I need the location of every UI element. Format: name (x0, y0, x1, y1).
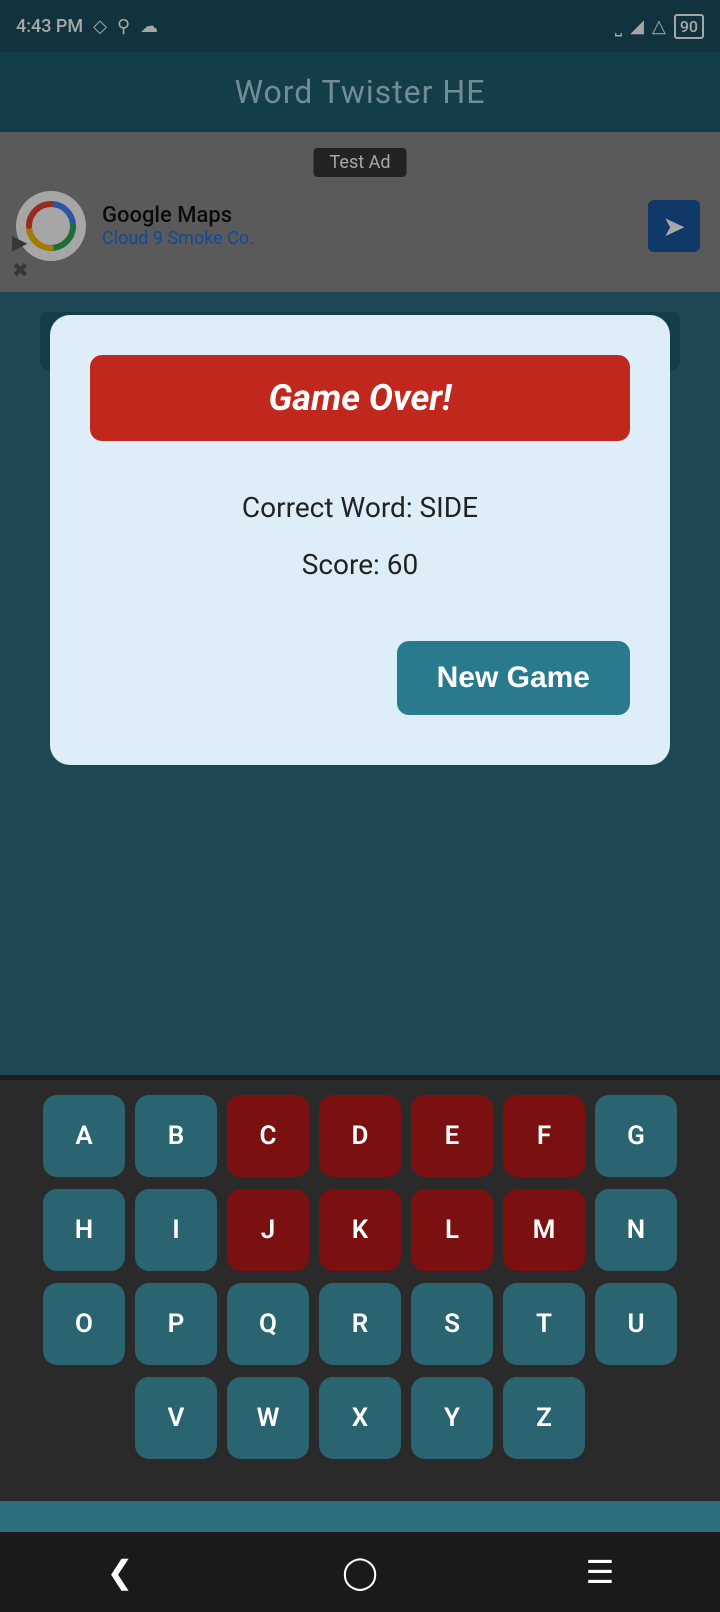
key-Z[interactable]: Z (503, 1377, 585, 1459)
key-U[interactable]: U (595, 1283, 677, 1365)
game-over-banner: Game Over! (90, 355, 630, 441)
key-W[interactable]: W (227, 1377, 309, 1459)
back-button[interactable]: ❮ (90, 1542, 150, 1602)
key-H[interactable]: H (43, 1189, 125, 1271)
key-V[interactable]: V (135, 1377, 217, 1459)
key-F[interactable]: F (503, 1095, 585, 1177)
key-G[interactable]: G (595, 1095, 677, 1177)
keyboard-row-3: O P Q R S T U (10, 1283, 710, 1365)
modal-score-display: Score: 60 (302, 548, 419, 581)
keyboard-row-2: H I J K L M N (10, 1189, 710, 1271)
correct-word-display: Correct Word: SIDE (242, 491, 478, 524)
keyboard-area: A B C D E F G H I J K L M N O P Q R S T … (0, 1075, 720, 1501)
key-I[interactable]: I (135, 1189, 217, 1271)
key-N[interactable]: N (595, 1189, 677, 1271)
key-M[interactable]: M (503, 1189, 585, 1271)
key-O[interactable]: O (43, 1283, 125, 1365)
key-D[interactable]: D (319, 1095, 401, 1177)
key-J[interactable]: J (227, 1189, 309, 1271)
new-game-button[interactable]: New Game (397, 641, 630, 715)
keyboard-row-4: V W X Y Z (10, 1377, 710, 1459)
key-S[interactable]: S (411, 1283, 493, 1365)
key-B[interactable]: B (135, 1095, 217, 1177)
key-X[interactable]: X (319, 1377, 401, 1459)
modal-overlay: Game Over! Correct Word: SIDE Score: 60 … (0, 0, 720, 1080)
home-button[interactable]: ◯ (330, 1542, 390, 1602)
nav-bar: ❮ ◯ ☰ (0, 1532, 720, 1612)
key-K[interactable]: K (319, 1189, 401, 1271)
keyboard-row-1: A B C D E F G (10, 1095, 710, 1177)
key-A[interactable]: A (43, 1095, 125, 1177)
key-T[interactable]: T (503, 1283, 585, 1365)
key-E[interactable]: E (411, 1095, 493, 1177)
key-Q[interactable]: Q (227, 1283, 309, 1365)
menu-button[interactable]: ☰ (570, 1542, 630, 1602)
key-L[interactable]: L (411, 1189, 493, 1271)
game-over-modal: Game Over! Correct Word: SIDE Score: 60 … (50, 315, 670, 765)
key-C[interactable]: C (227, 1095, 309, 1177)
key-Y[interactable]: Y (411, 1377, 493, 1459)
key-R[interactable]: R (319, 1283, 401, 1365)
key-P[interactable]: P (135, 1283, 217, 1365)
